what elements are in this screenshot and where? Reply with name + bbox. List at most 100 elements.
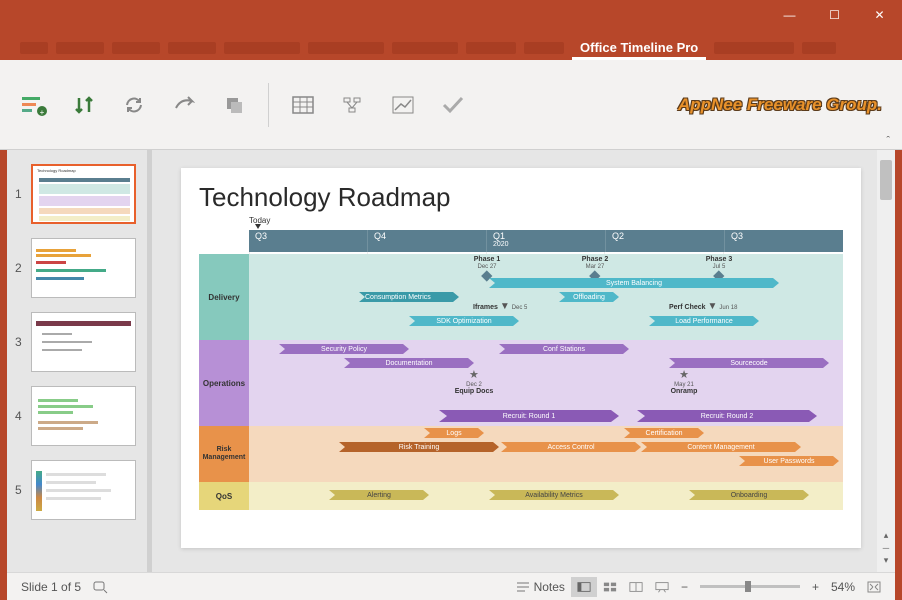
slide-thumbnail-4[interactable] xyxy=(31,386,136,446)
thumb-number: 2 xyxy=(15,261,25,275)
bar-security-policy: Security Policy xyxy=(279,344,409,354)
ribbon-separator xyxy=(268,83,269,127)
notes-icon xyxy=(516,581,530,593)
panel-divider[interactable] xyxy=(147,150,152,572)
slide-thumbnail-2[interactable] xyxy=(31,238,136,298)
bar-load-perf: Load Performance xyxy=(649,316,759,326)
milestone-perf: Perf Check ▼ Jun 18 xyxy=(669,302,737,312)
tab-placeholder[interactable] xyxy=(802,42,836,54)
bar-risk-training: Risk Training xyxy=(339,442,499,452)
hierarchy-button[interactable] xyxy=(337,89,369,121)
status-bar: Slide 1 of 5 Notes − + 54% xyxy=(7,572,895,600)
slide-title: Technology Roadmap xyxy=(199,182,843,213)
bar-offloading: Offloading xyxy=(559,292,619,302)
swimlane-label: Operations xyxy=(199,340,249,426)
slideshow-view-button[interactable] xyxy=(649,577,675,597)
share-icon xyxy=(173,94,195,116)
sync-button[interactable] xyxy=(118,89,150,121)
swimlane-operations: Operations Security Policy Conf Stations… xyxy=(199,340,843,426)
milestone-onramp: ★May 21Onramp xyxy=(671,370,698,395)
zoom-slider-thumb[interactable] xyxy=(745,581,751,592)
slide-editor[interactable]: ▴ ─ ▾ Technology Roadmap Today Q3 Q4 Q12… xyxy=(147,150,895,572)
bar-logs: Logs xyxy=(424,428,484,438)
copy-button[interactable] xyxy=(218,89,250,121)
collapse-ribbon-button[interactable]: ˆ xyxy=(886,135,890,147)
bar-conf-stations: Conf Stations xyxy=(499,344,629,354)
slide-canvas[interactable]: Technology Roadmap Today Q3 Q4 Q12020 Q2… xyxy=(181,168,861,548)
fit-window-button[interactable] xyxy=(861,577,887,597)
minimize-button[interactable]: — xyxy=(767,0,812,30)
scrollbar-sep: ─ xyxy=(883,543,889,553)
milestone-phase1: Phase 1Dec 27 xyxy=(474,256,500,280)
swimlane-qos: QoS Alerting Availability Metrics Onboar… xyxy=(199,482,843,510)
scrollbar-thumb[interactable] xyxy=(880,160,892,200)
sync-icon xyxy=(123,94,145,116)
quarter-label: Q3 xyxy=(725,230,843,252)
sort-icon xyxy=(73,94,95,116)
milestone-phase2: Phase 2Mar 27 xyxy=(582,256,608,280)
tab-placeholder[interactable] xyxy=(714,42,794,54)
brand-watermark: AppNee Freeware Group. xyxy=(678,95,882,115)
slideshow-icon xyxy=(655,581,669,593)
tab-placeholder[interactable] xyxy=(392,42,458,54)
next-slide-icon[interactable]: ▾ xyxy=(884,555,889,566)
share-button[interactable] xyxy=(168,89,200,121)
table-button[interactable] xyxy=(287,89,319,121)
spellcheck-icon xyxy=(93,580,109,594)
today-marker-icon xyxy=(255,224,261,229)
window-titlebar: — ☐ ✕ xyxy=(0,0,902,30)
slide-thumbnail-5[interactable] xyxy=(31,460,136,520)
quarter-label: Q12020 xyxy=(487,230,606,252)
slide-thumbnail-3[interactable] xyxy=(31,312,136,372)
thumb-number: 3 xyxy=(15,335,25,349)
checkmark-icon xyxy=(441,95,465,115)
tab-placeholder[interactable] xyxy=(112,42,160,54)
hierarchy-icon xyxy=(342,96,364,114)
tab-placeholder[interactable] xyxy=(224,42,300,54)
trend-button[interactable] xyxy=(387,89,419,121)
normal-view-button[interactable] xyxy=(571,577,597,597)
slide-thumbnails-panel: 1 Technology Roadmap 2 3 xyxy=(7,150,147,572)
zoom-slider[interactable] xyxy=(700,585,800,588)
new-timeline-button[interactable]: + xyxy=(18,89,50,121)
thumb-title: Technology Roadmap xyxy=(33,166,134,173)
vertical-scrollbar[interactable]: ▴ ─ ▾ xyxy=(877,150,895,572)
maximize-button[interactable]: ☐ xyxy=(812,0,857,30)
swimlane-risk: Risk Management Logs Certification Risk … xyxy=(199,426,843,482)
zoom-level[interactable]: 54% xyxy=(825,577,861,597)
fit-window-icon xyxy=(867,581,881,593)
zoom-out-button[interactable]: − xyxy=(675,577,694,597)
tab-placeholder[interactable] xyxy=(56,42,104,54)
zoom-in-button[interactable]: + xyxy=(806,577,825,597)
tab-placeholder[interactable] xyxy=(466,42,516,54)
reading-view-button[interactable] xyxy=(623,577,649,597)
bar-content-mgmt: Content Management xyxy=(641,442,801,452)
scrollbar-nav: ▴ ─ ▾ xyxy=(877,530,895,566)
tab-placeholder[interactable] xyxy=(524,42,564,54)
timeline-header: Q3 Q4 Q12020 Q2 Q3 xyxy=(249,230,843,252)
sort-button[interactable] xyxy=(68,89,100,121)
tab-placeholder[interactable] xyxy=(20,42,48,54)
swimlane-label: Risk Management xyxy=(199,426,249,482)
reading-view-icon xyxy=(629,581,643,593)
prev-slide-icon[interactable]: ▴ xyxy=(884,530,889,541)
swimlane-delivery: Delivery Phase 1Dec 27 Phase 2Mar 27 Pha… xyxy=(199,254,843,340)
thumb-number: 1 xyxy=(15,187,25,201)
slide-thumbnail-1[interactable]: Technology Roadmap xyxy=(31,164,136,224)
notes-button[interactable]: Notes xyxy=(510,577,571,597)
quarter-label: Q4 xyxy=(368,230,487,252)
sorter-view-icon xyxy=(603,581,617,593)
quarter-label: Q3 xyxy=(249,230,368,252)
tab-placeholder[interactable] xyxy=(308,42,384,54)
bar-onboarding: Onboarding xyxy=(689,490,809,500)
accept-button[interactable] xyxy=(437,89,469,121)
notes-label: Notes xyxy=(534,580,565,594)
bar-sdk: SDK Optimization xyxy=(409,316,519,326)
close-button[interactable]: ✕ xyxy=(857,0,902,30)
tab-office-timeline-pro[interactable]: Office Timeline Pro xyxy=(572,36,706,60)
tab-placeholder[interactable] xyxy=(168,42,216,54)
bar-sourcecode: Sourcecode xyxy=(669,358,829,368)
copy-icon xyxy=(223,94,245,116)
spell-check-button[interactable] xyxy=(87,577,115,597)
sorter-view-button[interactable] xyxy=(597,577,623,597)
